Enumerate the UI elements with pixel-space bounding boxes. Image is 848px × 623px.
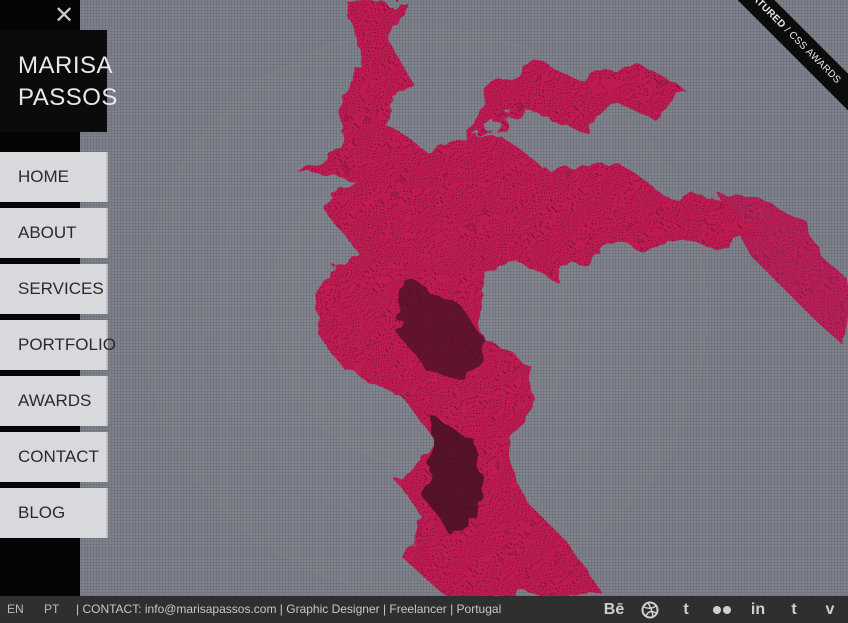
logo-line-2: PASSOS xyxy=(18,84,118,111)
nav-item-awards[interactable]: AWARDS xyxy=(0,376,108,426)
footer-bar: EN PT | CONTACT: info@marisapassos.com |… xyxy=(0,596,848,623)
behance-icon[interactable]: Bē xyxy=(602,600,626,620)
page: ✕ MARISA PASSOS HOME ABOUT SERVICES PORT… xyxy=(0,0,848,623)
close-icon[interactable]: ✕ xyxy=(52,4,76,28)
vimeo-icon[interactable]: v xyxy=(818,600,842,620)
main-nav: HOME ABOUT SERVICES PORTFOLIO AWARDS CON… xyxy=(0,152,116,544)
nav-item-about[interactable]: ABOUT xyxy=(0,208,108,258)
nav-item-blog[interactable]: BLOG xyxy=(0,488,108,538)
tumblr-icon[interactable]: t xyxy=(782,600,806,620)
language-en-link[interactable]: EN xyxy=(7,596,24,623)
twitter-icon[interactable]: t xyxy=(674,600,698,620)
site-logo[interactable]: MARISA PASSOS xyxy=(0,30,118,132)
flickr-icon[interactable] xyxy=(710,600,734,620)
logo-line-1: MARISA xyxy=(18,52,114,79)
dribbble-icon[interactable] xyxy=(638,600,662,620)
linkedin-icon[interactable]: in xyxy=(746,600,770,620)
nav-item-services[interactable]: SERVICES xyxy=(0,264,108,314)
hero-artwork xyxy=(295,0,848,596)
footer-contact-text: | CONTACT: info@marisapassos.com | Graph… xyxy=(76,602,502,616)
social-links: Bē t in t v xyxy=(602,596,842,623)
nav-item-home[interactable]: HOME xyxy=(0,152,108,202)
nav-item-contact[interactable]: CONTACT xyxy=(0,432,108,482)
nav-item-portfolio[interactable]: PORTFOLIO xyxy=(0,320,116,370)
language-pt-link[interactable]: PT xyxy=(44,596,59,623)
